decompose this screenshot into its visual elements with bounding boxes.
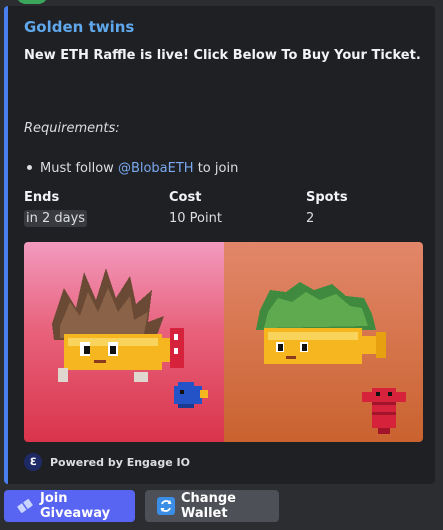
field-value: 10 Point: [169, 211, 222, 226]
join-giveaway-button[interactable]: Join Giveaway: [4, 490, 135, 522]
field-name: Spots: [306, 190, 348, 205]
field-value: in 2 days: [24, 210, 88, 227]
requirement-item: Must follow @BlobaETH to join: [24, 161, 238, 176]
field-ends: Ends in 2 days: [24, 190, 88, 227]
join-giveaway-label: Join Giveaway: [40, 491, 111, 521]
bullet-icon: [27, 165, 32, 170]
embed-title: Golden twins: [24, 18, 135, 36]
requirement-suffix: to join: [193, 161, 239, 176]
pixel-art-image: [24, 242, 423, 442]
footer-text: Powered by Engage IO: [50, 455, 190, 469]
field-name: Ends: [24, 190, 60, 205]
change-wallet-label: Change Wallet: [181, 491, 236, 521]
ticket-icon: [16, 497, 34, 515]
field-value: 2: [306, 211, 315, 226]
embed-footer: ℇ Powered by Engage IO: [24, 452, 190, 472]
raffle-embed: Golden twins New ETH Raffle is live! Cli…: [4, 6, 435, 484]
refresh-icon: [157, 497, 175, 515]
requirements-heading: Requirements:: [24, 121, 120, 136]
raffle-image[interactable]: [24, 242, 423, 442]
avatar[interactable]: [16, 0, 48, 4]
mention-link[interactable]: @BlobaETH: [118, 161, 194, 176]
requirement-prefix: Must follow: [40, 161, 118, 176]
field-cost: Cost 10 Point: [169, 190, 222, 226]
embed-description: New ETH Raffle is live! Click Below To B…: [24, 48, 421, 63]
field-name: Cost: [169, 190, 202, 205]
change-wallet-button[interactable]: Change Wallet: [145, 490, 279, 522]
field-spots: Spots 2: [306, 190, 348, 226]
engage-logo-icon: ℇ: [24, 453, 42, 471]
